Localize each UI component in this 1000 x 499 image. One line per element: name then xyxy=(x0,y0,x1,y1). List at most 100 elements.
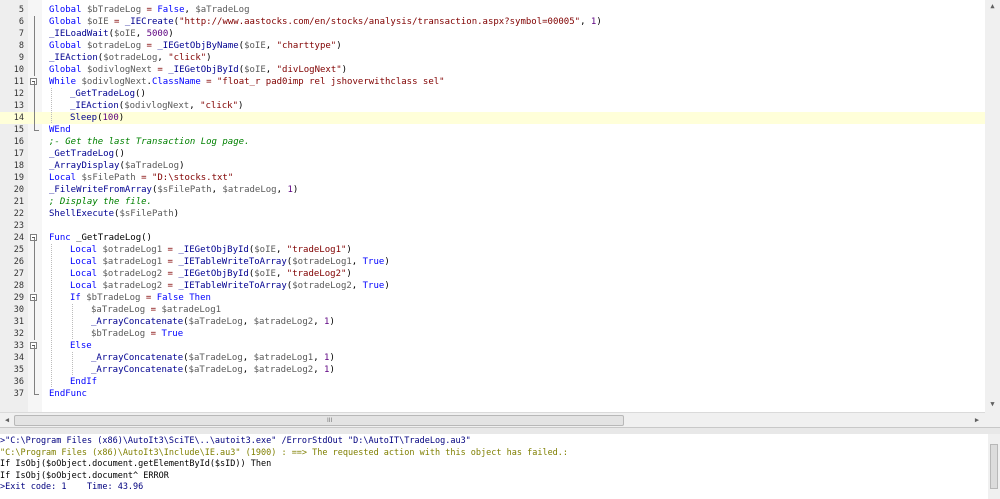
code-line[interactable]: 25 Local $otradeLog1 = _IEGetObjById($oIE… xyxy=(0,244,997,256)
output-scrollbar[interactable] xyxy=(988,434,1000,499)
code-line[interactable]: 7 _IELoadWait($oIE, 5000) xyxy=(0,28,997,40)
code-line[interactable]: 8 Global $otradeLog = _IEGetObjByName($oI… xyxy=(0,40,997,52)
code-line[interactable]: 19 Local $sFilePath = "D:\stocks.txt" xyxy=(0,172,997,184)
code-line[interactable]: 30 $aTradeLog = $atradeLog1 xyxy=(0,304,997,316)
code-line[interactable]: 26 Local $atradeLog1 = _IETableWriteToArr… xyxy=(0,256,997,268)
code-token: , xyxy=(351,281,363,291)
scroll-down-arrow-icon[interactable]: ▼ xyxy=(988,400,997,409)
code-text[interactable]: _FileWriteFromArray($sFilePath, $atradeL… xyxy=(49,184,298,196)
code-text[interactable]: Global $oIE = _IECreate("http://www.aast… xyxy=(49,16,602,28)
code-text[interactable]: $aTradeLog = $atradeLog1 xyxy=(91,304,221,316)
code-token: , xyxy=(313,317,325,327)
code-line[interactable]: 29 If $bTradeLog = False Then xyxy=(0,292,997,304)
fold-line xyxy=(29,268,41,280)
code-line[interactable]: 10 Global $odivlogNext = _IEGetObjById($o… xyxy=(0,64,997,76)
code-text[interactable]: _ArrayDisplay($aTradeLog) xyxy=(49,160,184,172)
code-token: , xyxy=(184,5,196,15)
scroll-left-arrow-icon[interactable]: ◀ xyxy=(2,415,12,425)
code-line[interactable]: 5 Global $bTradeLog = False, $aTradeLog xyxy=(0,4,997,16)
code-token: = xyxy=(141,5,158,15)
code-text[interactable]: Sleep(100) xyxy=(70,112,124,124)
code-line[interactable]: 14 Sleep(100) xyxy=(0,112,997,124)
code-line[interactable]: 35 _ArrayConcatenate($aTradeLog, $atradeL… xyxy=(0,364,997,376)
code-token: $otradeLog2 xyxy=(292,281,352,291)
code-text[interactable]: _IEAction($otradeLog, "click") xyxy=(49,52,212,64)
code-text[interactable]: Local $sFilePath = "D:\stocks.txt" xyxy=(49,172,233,184)
code-text[interactable]: $bTradeLog = True xyxy=(91,328,183,340)
code-text[interactable]: WEnd xyxy=(49,124,71,136)
code-text[interactable]: _IEAction($odivlogNext, "click") xyxy=(70,100,243,112)
code-text[interactable]: ShellExecute($sFilePath) xyxy=(49,208,179,220)
code-line[interactable]: 36 EndIf xyxy=(0,376,997,388)
fold-collapse-icon[interactable] xyxy=(29,292,41,304)
code-token: () xyxy=(135,89,146,99)
code-token: "tradeLog2" xyxy=(286,269,347,279)
code-line[interactable]: 34 _ArrayConcatenate($aTradeLog, $atradeL… xyxy=(0,352,997,364)
code-text[interactable]: _IELoadWait($oIE, 5000) xyxy=(49,28,174,40)
code-line[interactable]: 15 WEnd xyxy=(0,124,997,136)
code-text[interactable]: If $bTradeLog = False Then xyxy=(70,292,211,304)
code-text[interactable]: _ArrayConcatenate($aTradeLog, $atradeLog… xyxy=(91,364,335,376)
code-line[interactable]: 27 Local $otradeLog2 = _IEGetObjById($oIE… xyxy=(0,268,997,280)
code-editor[interactable]: 5 Global $bTradeLog = False, $aTradeLog 6 G… xyxy=(0,0,1000,412)
code-line[interactable]: 33 Else xyxy=(0,340,997,352)
code-token: True xyxy=(362,257,385,267)
fold-line xyxy=(29,352,41,364)
code-text[interactable]: EndIf xyxy=(70,376,97,388)
code-token: _ArrayDisplay xyxy=(49,161,120,171)
scroll-up-arrow-icon[interactable]: ▲ xyxy=(988,2,997,11)
fold-collapse-icon[interactable] xyxy=(29,76,41,88)
code-text[interactable]: _ArrayConcatenate($aTradeLog, $atradeLog… xyxy=(91,352,335,364)
code-line[interactable]: 20 _FileWriteFromArray($sFilePath, $atrad… xyxy=(0,184,997,196)
output-line[interactable]: If IsObj($oObject.document.getElementByI… xyxy=(0,459,271,470)
code-text[interactable]: _GetTradeLog() xyxy=(49,148,125,160)
code-token: $oIE xyxy=(114,29,136,39)
code-line[interactable]: 21 ; Display the file. xyxy=(0,196,997,208)
code-line[interactable]: 6 Global $oIE = _IECreate("http://www.aas… xyxy=(0,16,997,28)
line-number: 23 xyxy=(13,221,24,231)
code-text[interactable]: _GetTradeLog() xyxy=(70,88,146,100)
code-line[interactable]: 9 _IEAction($otradeLog, "click") xyxy=(0,52,997,64)
code-line[interactable]: 16 ;- Get the last Transaction Log page. xyxy=(0,136,997,148)
code-line[interactable]: 24 Func _GetTradeLog() xyxy=(0,232,997,244)
vertical-scrollbar[interactable]: ▲ ▼ xyxy=(985,0,1000,412)
code-text[interactable]: Global $odivlogNext = _IEGetObjById($oIE… xyxy=(49,64,347,76)
code-line[interactable]: 22 ShellExecute($sFilePath) xyxy=(0,208,997,220)
code-line[interactable]: 31 _ArrayConcatenate($aTradeLog, $atradeL… xyxy=(0,316,997,328)
code-text[interactable]: Global $bTradeLog = False, $aTradeLog xyxy=(49,4,250,16)
output-line[interactable]: >"C:\Program Files (x86)\AutoIt3\SciTE\.… xyxy=(0,436,471,447)
code-text[interactable]: EndFunc xyxy=(49,388,87,400)
output-line[interactable]: "C:\Program Files (x86)\AutoIt3\Include\… xyxy=(0,448,568,459)
code-text[interactable]: ;- Get the last Transaction Log page. xyxy=(49,136,249,148)
fold-collapse-icon[interactable] xyxy=(29,232,41,244)
code-line[interactable]: 13 _IEAction($odivlogNext, "click") xyxy=(0,100,997,112)
code-text[interactable]: Else xyxy=(70,340,92,352)
code-line[interactable]: 12 _GetTradeLog() xyxy=(0,88,997,100)
output-line[interactable]: >Exit code: 1 Time: 43.96 xyxy=(0,482,143,493)
code-line[interactable]: 23 xyxy=(0,220,997,232)
code-line[interactable]: 37 EndFunc xyxy=(0,388,997,400)
scroll-right-arrow-icon[interactable]: ▶ xyxy=(972,415,982,425)
code-line[interactable]: 11 While $odivlogNext.ClassName = "float_… xyxy=(0,76,997,88)
code-text[interactable]: Func _GetTradeLog() xyxy=(49,232,152,244)
code-token: , xyxy=(135,29,147,39)
code-text[interactable]: Local $otradeLog2 = _IEGetObjById($oIE, … xyxy=(70,268,352,280)
code-text[interactable]: Global $otradeLog = _IEGetObjByName($oIE… xyxy=(49,40,342,52)
output-pane[interactable]: >"C:\Program Files (x86)\AutoIt3\SciTE\.… xyxy=(0,434,1000,499)
code-line[interactable]: 28 Local $atradeLog2 = _IETableWriteToArr… xyxy=(0,280,997,292)
code-text[interactable]: While $odivlogNext.ClassName = "float_r … xyxy=(49,76,445,88)
code-line[interactable]: 18 _ArrayDisplay($aTradeLog) xyxy=(0,160,997,172)
code-text[interactable]: Local $atradeLog1 = _IETableWriteToArray… xyxy=(70,256,390,268)
code-text[interactable]: Local $atradeLog2 = _IETableWriteToArray… xyxy=(70,280,390,292)
code-token: , xyxy=(189,101,201,111)
code-line[interactable]: 32 $bTradeLog = True xyxy=(0,328,997,340)
code-text[interactable]: Local $otradeLog1 = _IEGetObjById($oIE, … xyxy=(70,244,352,256)
output-line[interactable]: If IsObj($oObject.document^ ERROR xyxy=(0,471,169,482)
code-text[interactable]: _ArrayConcatenate($aTradeLog, $atradeLog… xyxy=(91,316,335,328)
output-scroll-thumb[interactable] xyxy=(990,444,998,489)
horizontal-scrollbar[interactable]: ◀ III ▶ xyxy=(0,412,985,427)
horizontal-scroll-thumb[interactable]: III xyxy=(14,415,624,426)
code-token: EndFunc xyxy=(49,389,87,399)
code-line[interactable]: 17 _GetTradeLog() xyxy=(0,148,997,160)
code-text[interactable]: ; Display the file. xyxy=(49,196,152,208)
